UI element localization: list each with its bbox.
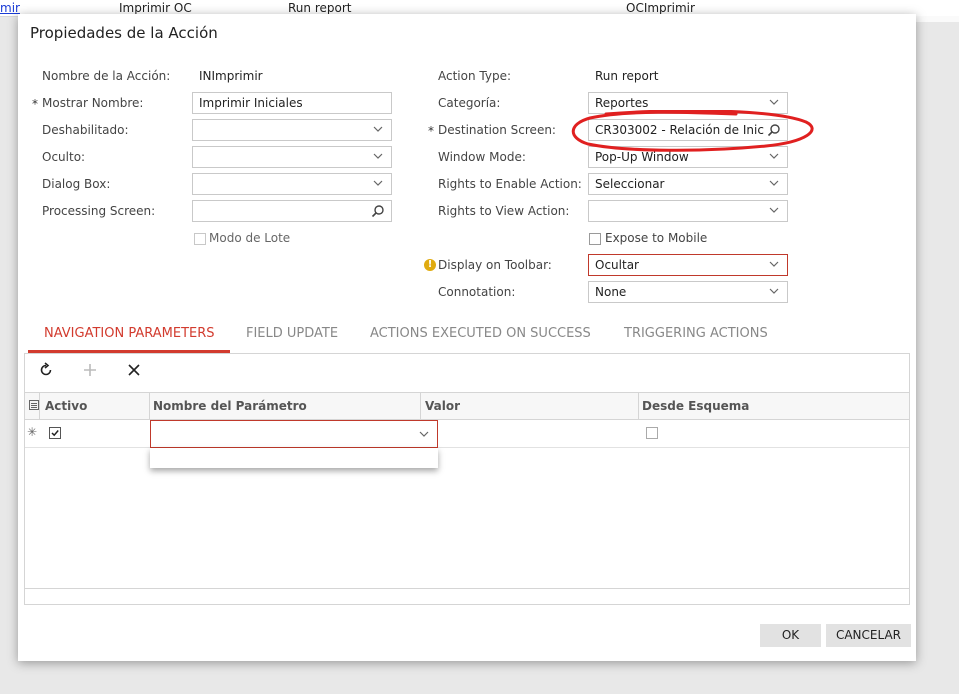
search-icon[interactable] <box>767 123 781 137</box>
window-mode-select[interactable]: Pop-Up Window <box>588 146 788 168</box>
display-name-value: Imprimir Iniciales <box>199 96 303 110</box>
display-toolbar-select[interactable]: Ocultar <box>588 254 788 276</box>
background-link[interactable]: mir <box>0 1 20 15</box>
processing-screen-input[interactable] <box>192 200 392 222</box>
tab-navigation-parameters[interactable]: NAVIGATION PARAMETERS <box>44 326 215 341</box>
rights-enable-select[interactable]: Seleccionar <box>588 173 788 195</box>
refresh-button[interactable] <box>36 362 56 382</box>
action-type-label: Action Type: <box>438 69 512 83</box>
rights-view-label: Rights to View Action: <box>438 204 570 218</box>
column-header-active[interactable]: Activo <box>45 399 87 413</box>
hidden-select[interactable] <box>192 146 392 168</box>
processing-screen-label: Processing Screen: <box>42 204 156 218</box>
display-toolbar-label: Display on Toolbar: <box>438 258 552 272</box>
background-cell-name: Imprimir OC <box>119 1 192 15</box>
chevron-down-icon <box>769 178 779 188</box>
add-row-button[interactable] <box>80 362 100 382</box>
tab-field-update[interactable]: FIELD UPDATE <box>246 326 338 341</box>
hidden-label: Oculto: <box>42 150 86 164</box>
action-type-value: Run report <box>595 69 659 83</box>
warning-icon: ! <box>424 259 436 271</box>
rights-enable-value: Seleccionar <box>595 177 665 191</box>
column-header-value[interactable]: Valor <box>425 399 460 413</box>
rights-enable-label: Rights to Enable Action: <box>438 177 582 191</box>
window-mode-value: Pop-Up Window <box>595 150 689 164</box>
column-divider <box>420 392 421 420</box>
connotation-select[interactable]: None <box>588 281 788 303</box>
grid-footer-divider <box>25 588 909 589</box>
required-marker: * <box>32 97 38 111</box>
rights-view-select[interactable] <box>588 200 788 222</box>
close-icon <box>128 364 140 376</box>
plus-icon <box>84 364 96 376</box>
dialog-box-select[interactable] <box>192 173 392 195</box>
background-panel <box>916 16 959 22</box>
expose-mobile-checkbox[interactable] <box>589 233 601 245</box>
from-schema-checkbox[interactable] <box>646 427 658 439</box>
connotation-label: Connotation: <box>438 285 516 299</box>
chevron-down-icon <box>769 97 779 107</box>
navigation-parameters-grid <box>24 353 910 605</box>
column-divider <box>638 392 639 420</box>
ok-button[interactable]: OK <box>760 624 821 647</box>
column-divider <box>39 392 40 420</box>
category-value: Reportes <box>595 96 649 110</box>
category-select[interactable]: Reportes <box>588 92 788 114</box>
expose-mobile-label: Expose to Mobile <box>605 231 708 245</box>
category-label: Categoría: <box>438 96 501 110</box>
batch-mode-checkbox[interactable] <box>194 233 206 245</box>
batch-mode-label: Modo de Lote <box>209 231 291 245</box>
refresh-icon <box>40 362 52 376</box>
column-divider <box>149 392 150 420</box>
table-row: ✳ <box>25 420 909 448</box>
action-properties-dialog: Propiedades de la Acción Nombre de la Ac… <box>18 14 916 661</box>
chevron-down-icon <box>769 286 779 296</box>
connotation-value: None <box>595 285 627 299</box>
dialog-box-label: Dialog Box: <box>42 177 111 191</box>
disabled-select[interactable] <box>192 119 392 141</box>
destination-screen-label: Destination Screen: <box>438 123 556 137</box>
chevron-down-icon <box>769 151 779 161</box>
parameter-name-dropdown-list[interactable] <box>150 448 438 468</box>
grid-header: Activo Nombre del Parámetro Valor Desde … <box>25 392 909 420</box>
required-marker: * <box>428 124 434 138</box>
chevron-down-icon <box>769 259 779 269</box>
display-name-input[interactable]: Imprimir Iniciales <box>192 92 392 114</box>
chevron-down-icon <box>373 124 383 134</box>
chevron-down-icon <box>769 205 779 215</box>
cancel-button[interactable]: CANCELAR <box>826 624 911 647</box>
search-icon[interactable] <box>371 204 385 218</box>
chevron-down-icon <box>373 178 383 188</box>
column-header-parameter-name[interactable]: Nombre del Parámetro <box>153 399 307 413</box>
chevron-down-icon <box>419 429 429 439</box>
display-toolbar-value: Ocultar <box>595 258 639 272</box>
background-cell-type: Run report <box>288 1 352 15</box>
dialog-title: Propiedades de la Acción <box>30 24 218 42</box>
window-mode-label: Window Mode: <box>438 150 526 164</box>
active-checkbox[interactable] <box>49 427 61 439</box>
parameter-name-select[interactable] <box>150 420 438 448</box>
chevron-down-icon <box>373 151 383 161</box>
destination-screen-value: CR303002 - Relación de Inici <box>595 123 765 137</box>
tab-triggering-actions[interactable]: TRIGGERING ACTIONS <box>624 326 768 341</box>
action-name-label: Nombre de la Acción: <box>42 69 171 83</box>
display-name-label: Mostrar Nombre: <box>42 96 144 110</box>
background-cell-action: OCImprimir <box>626 1 695 15</box>
new-row-marker: ✳ <box>27 425 38 439</box>
delete-row-button[interactable] <box>124 362 144 382</box>
disabled-label: Deshabilitado: <box>42 123 129 137</box>
tab-actions-executed-on-success[interactable]: ACTIONS EXECUTED ON SUCCESS <box>370 326 591 341</box>
column-header-from-schema[interactable]: Desde Esquema <box>642 399 749 413</box>
action-name-value: INImprimir <box>199 69 263 83</box>
destination-screen-input[interactable]: CR303002 - Relación de Inici <box>588 119 788 141</box>
